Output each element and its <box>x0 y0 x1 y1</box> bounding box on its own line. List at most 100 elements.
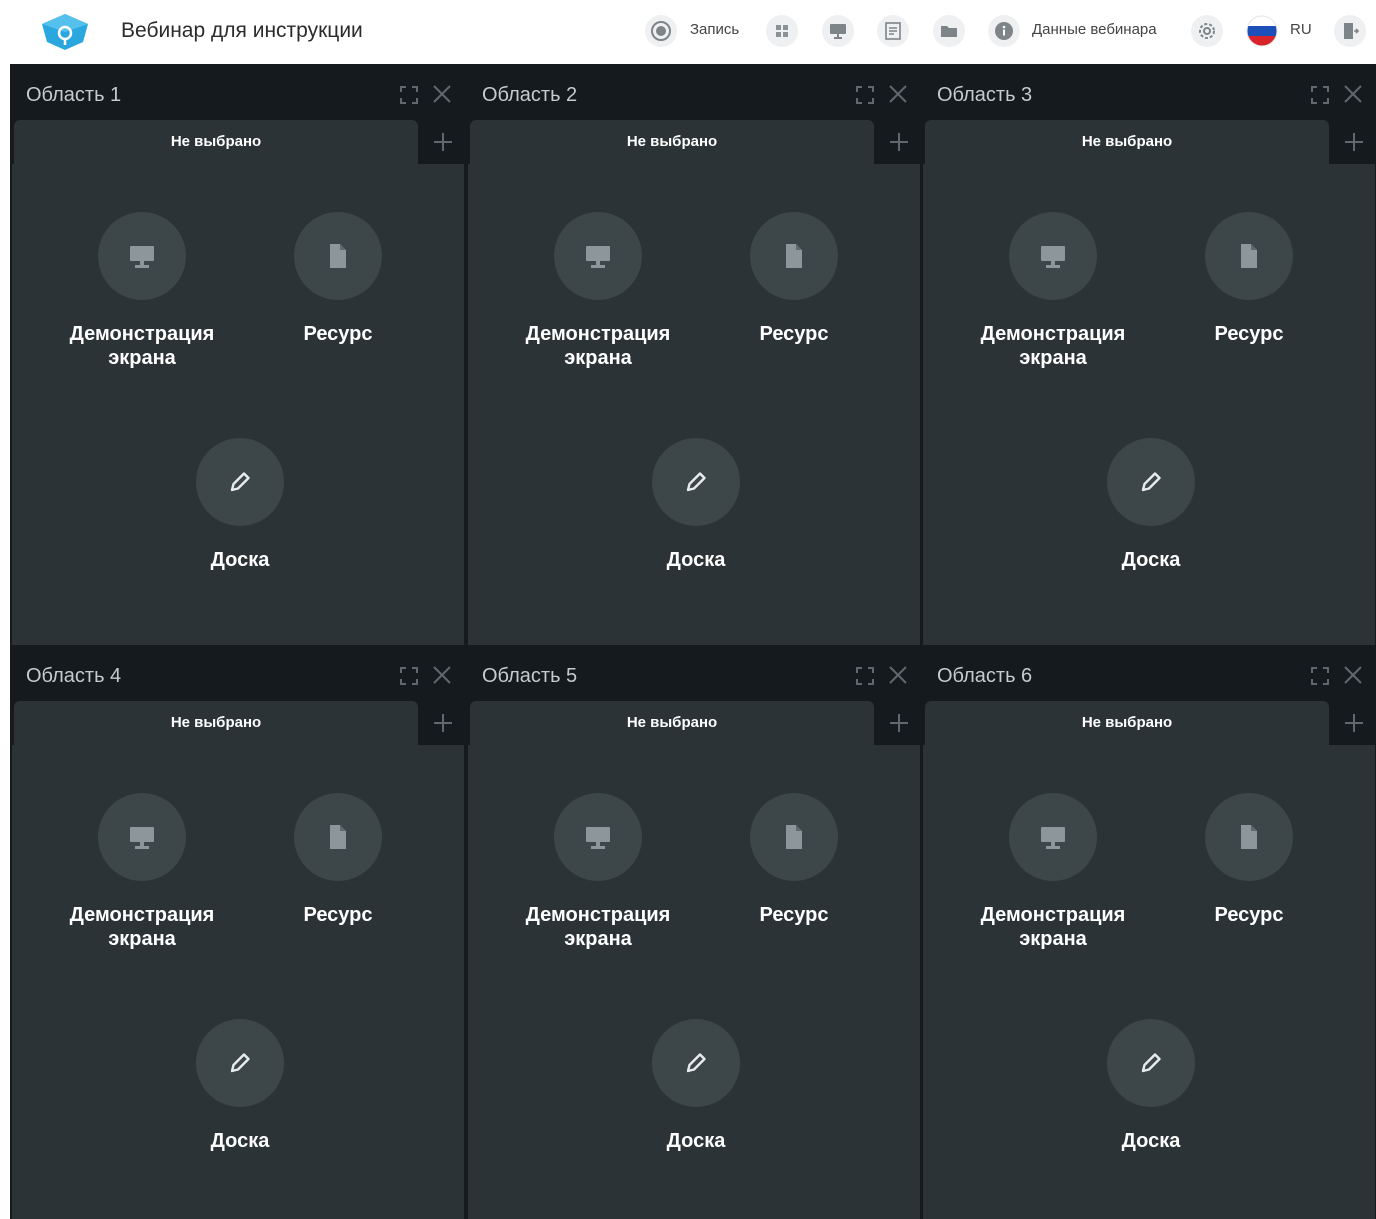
add-tab-icon[interactable] <box>422 120 464 164</box>
area-title: Область 6 <box>937 665 1033 687</box>
screen-share-circle <box>1009 793 1097 881</box>
language-flag[interactable] <box>1246 15 1278 47</box>
file-icon <box>1241 244 1257 268</box>
resource-circle <box>294 212 382 300</box>
monitor-icon <box>830 24 846 39</box>
area-title: Область 4 <box>26 665 122 687</box>
record-label[interactable]: Запись <box>690 21 739 38</box>
files-button[interactable] <box>933 15 965 47</box>
pencil-icon <box>230 472 250 492</box>
resource-circle <box>750 793 838 881</box>
exit-icon <box>1344 23 1359 39</box>
pencil-icon <box>230 1053 250 1073</box>
board-label: Доска <box>210 1130 270 1152</box>
record-icon <box>651 21 671 41</box>
top-bar: Вебинар для инструкции Запись Данные веб… <box>0 0 1376 64</box>
close-icon[interactable] <box>1343 84 1363 104</box>
screen-share-button[interactable] <box>822 15 854 47</box>
area-tab[interactable]: Не выбрано <box>925 701 1329 745</box>
area-tab-bar: Не выбрано <box>12 701 464 745</box>
pencil-icon <box>686 1053 706 1073</box>
monitor-icon <box>130 246 154 268</box>
gear-icon <box>1199 23 1215 39</box>
pencil-icon <box>1141 1053 1161 1073</box>
resource-circle <box>1205 793 1293 881</box>
close-icon[interactable] <box>1343 665 1363 685</box>
area-panel-6: Область 6 Не выбрано Демонстрация экрана <box>923 645 1375 1219</box>
area-tab[interactable]: Не выбрано <box>14 120 418 164</box>
expand-icon[interactable] <box>400 86 418 104</box>
layout-button[interactable] <box>766 15 798 47</box>
tab-label: Не выбрано <box>1081 133 1173 150</box>
notes-button[interactable] <box>877 15 909 47</box>
area-panel-4: Область 4 Не выбрано Демонстрация экрана <box>12 645 464 1219</box>
area-tab-bar: Не выбрано <box>468 701 920 745</box>
area-title: Область 5 <box>482 665 578 687</box>
area-header: Область 6 <box>923 645 1375 701</box>
screen-share-label: Демонстрация экрана <box>69 323 215 369</box>
webinar-info-button[interactable] <box>988 15 1020 47</box>
pencil-icon <box>686 472 706 492</box>
resource-label: Ресурс <box>759 323 829 345</box>
resource-label: Ресурс <box>303 323 373 345</box>
area-title: Область 1 <box>26 84 122 106</box>
screen-share-circle <box>1009 212 1097 300</box>
add-tab-icon[interactable] <box>878 701 920 745</box>
webinar-data-label[interactable]: Данные вебинара <box>1032 21 1157 38</box>
add-tab-icon[interactable] <box>1333 701 1375 745</box>
area-tab[interactable]: Не выбрано <box>925 120 1329 164</box>
file-icon <box>1241 825 1257 849</box>
file-icon <box>786 825 802 849</box>
file-icon <box>330 244 346 268</box>
area-tab-bar: Не выбрано <box>923 701 1375 745</box>
screen-share-circle <box>98 212 186 300</box>
area-tab[interactable]: Не выбрано <box>470 701 874 745</box>
monitor-icon <box>586 246 610 268</box>
resource-circle <box>1205 212 1293 300</box>
tab-label: Не выбрано <box>170 133 262 150</box>
area-header: Область 1 <box>12 64 464 120</box>
expand-icon[interactable] <box>856 86 874 104</box>
grid-icon <box>776 25 788 37</box>
tab-label: Не выбрано <box>626 133 718 150</box>
areas-grid: Область 1 Не выбрано Демонстрация экрана <box>10 64 1376 1219</box>
expand-icon[interactable] <box>1311 667 1329 685</box>
close-icon[interactable] <box>432 84 452 104</box>
monitor-icon <box>1041 246 1065 268</box>
tab-label: Не выбрано <box>626 714 718 731</box>
expand-icon[interactable] <box>856 667 874 685</box>
add-tab-icon[interactable] <box>878 120 920 164</box>
expand-icon[interactable] <box>1311 86 1329 104</box>
area-header: Область 4 <box>12 645 464 701</box>
close-icon[interactable] <box>888 84 908 104</box>
area-tab-bar: Не выбрано <box>12 120 464 164</box>
screen-share-circle <box>98 793 186 881</box>
board-circle <box>1107 1019 1195 1107</box>
area-tab[interactable]: Не выбрано <box>14 701 418 745</box>
close-icon[interactable] <box>432 665 452 685</box>
screen-share-label: Демонстрация экрана <box>69 904 215 950</box>
settings-button[interactable] <box>1191 15 1223 47</box>
record-button[interactable] <box>645 15 677 47</box>
tab-label: Не выбрано <box>170 714 262 731</box>
screen-share-circle <box>554 793 642 881</box>
add-tab-icon[interactable] <box>1333 120 1375 164</box>
area-title: Область 2 <box>482 84 578 106</box>
area-header: Область 5 <box>468 645 920 701</box>
resource-label: Ресурс <box>759 904 829 926</box>
expand-icon[interactable] <box>400 667 418 685</box>
language-label[interactable]: RU <box>1290 21 1312 38</box>
russia-flag-icon <box>1246 15 1278 47</box>
monitor-icon <box>586 827 610 849</box>
exit-button[interactable] <box>1334 15 1366 47</box>
area-panel-2: Область 2 Не выбрано Демонстрация экрана <box>468 64 920 646</box>
resource-label: Ресурс <box>1214 323 1284 345</box>
file-icon <box>786 244 802 268</box>
board-circle <box>196 1019 284 1107</box>
close-icon[interactable] <box>888 665 908 685</box>
board-label: Доска <box>666 1130 726 1152</box>
area-tab[interactable]: Не выбрано <box>470 120 874 164</box>
area-panel-5: Область 5 Не выбрано Демонстрация экрана <box>468 645 920 1219</box>
add-tab-icon[interactable] <box>422 701 464 745</box>
board-circle <box>1107 438 1195 526</box>
